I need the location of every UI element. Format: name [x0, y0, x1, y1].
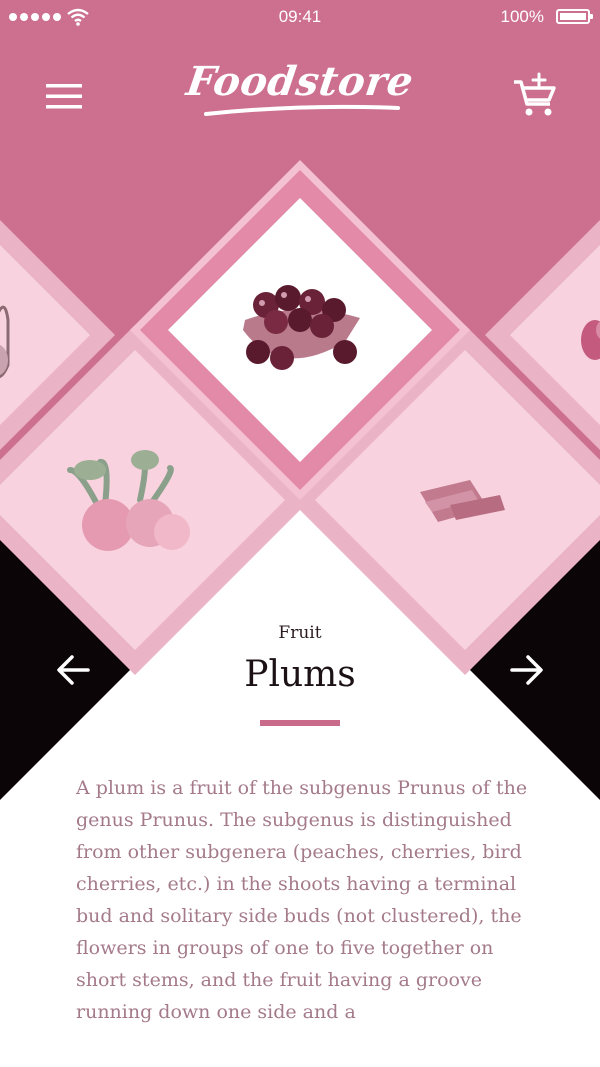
status-bar: 09:41 100% — [0, 0, 600, 36]
logo: Foodstore — [180, 52, 420, 132]
menu-button[interactable] — [40, 76, 86, 116]
product-description: A plum is a fruit of the subgenus Prunus… — [76, 777, 528, 1023]
cart-add-icon — [514, 72, 556, 116]
food-detail-screen: 09:41 100% Foodstore Fruit Plums A plum … — [0, 0, 600, 1067]
product-category: Fruit — [278, 623, 322, 643]
battery-percentage: 100% — [500, 7, 544, 26]
logo-swoosh — [204, 104, 400, 116]
cart-button[interactable] — [508, 70, 560, 120]
battery-icon — [556, 9, 593, 24]
product-title: Plums — [244, 654, 356, 695]
logo-text: Foodstore — [183, 58, 417, 105]
title-underline — [260, 720, 340, 726]
hamburger-menu-icon — [46, 84, 82, 109]
